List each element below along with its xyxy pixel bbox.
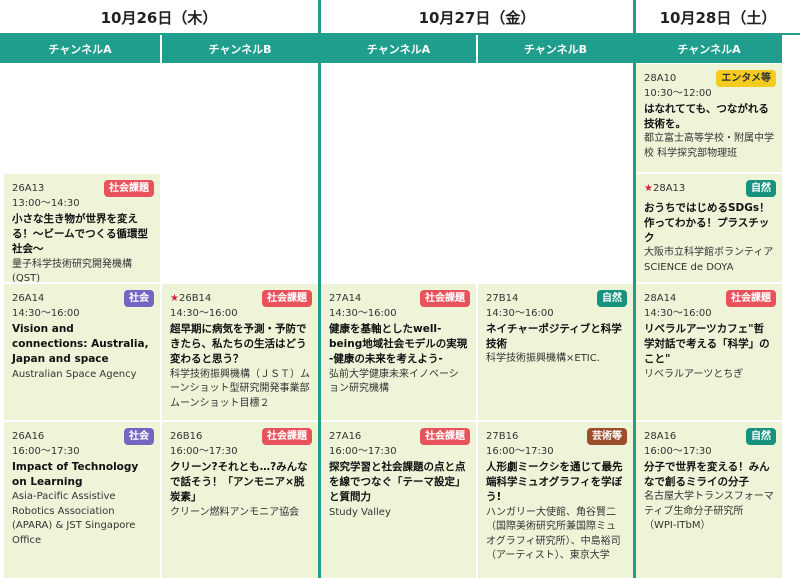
session-org: リベラルアーツとちぎ <box>644 368 744 380</box>
session-org: 弘前大学健康未来イノベーション研究機構 <box>329 368 459 395</box>
category-badge: 社会課題 <box>104 180 154 197</box>
session-title: Impact of Technology on Learning <box>12 461 139 489</box>
session-card[interactable]: 28A10 10:30～12:00 はなれてても、つながれる技術を。 都立富士高… <box>636 64 782 172</box>
session-title: 健康を基軸としたwell-being地域社会モデルの実現 -健康の未来を考えよう… <box>329 323 468 366</box>
session-title: 超早期に病気を予測・予防できたら、私たちの生活はどう変わると思う？ <box>170 323 307 366</box>
session-title: おうちではじめるSDGs！作ってわかる！プラスチック <box>644 201 770 244</box>
category-badge: 自然 <box>597 290 627 307</box>
session-card[interactable]: 28A16 16:00～17:30 分子で世界を変える！みんなで創るミライの分子… <box>636 422 782 578</box>
session-card[interactable]: 26A13 13:00～14:30 小さな生き物が世界を変える！～ビームでつくる… <box>4 174 160 282</box>
category-badge: 社会課題 <box>726 290 776 307</box>
session-card[interactable]: ★28A13 おうちではじめるSDGs！作ってわかる！プラスチック 大阪市立科学… <box>636 174 782 282</box>
day-header-26: 10月26日（木） <box>0 0 318 34</box>
star-icon: ★ <box>170 293 179 304</box>
channel-header: チャンネルA <box>636 35 782 63</box>
channel-header: チャンネルA <box>321 35 476 63</box>
session-card[interactable]: 27A16 16:00～17:30 探究学習と社会課題の点と点を線でつなぐ「テー… <box>321 422 476 578</box>
day-divider <box>633 0 636 578</box>
session-org: 科学技術振興機構×ETIC. <box>486 353 600 365</box>
session-card[interactable]: 27B14 14:30～16:00 ネイチャーポジティブと科学技術 科学技術振興… <box>478 284 633 420</box>
category-badge: 社会課題 <box>420 290 470 307</box>
session-time: 16:00～17:30 <box>12 445 80 457</box>
session-card[interactable]: 26A16 16:00～17:30 Impact of Technology o… <box>4 422 160 578</box>
session-org: 都立富士高等学校・附属中学校 科学探究部物理班 <box>644 133 774 159</box>
session-card[interactable]: ★26B14 14:30～16:00 超早期に病気を予測・予防できたら、私たちの… <box>162 284 318 420</box>
session-time: 14:30～16:00 <box>12 307 80 319</box>
session-card[interactable]: 26A14 14:30～16:00 Vision and connections… <box>4 284 160 420</box>
session-org: クリーン燃料アンモニア協会 <box>170 506 300 518</box>
empty-slot <box>4 64 160 172</box>
day-divider <box>318 0 321 578</box>
session-time: 13:00～14:30 <box>12 197 80 209</box>
session-title: 分子で世界を変える！みんなで創るミライの分子 <box>644 461 770 489</box>
session-org: 量子科学技術研究開発機構(QST) <box>12 258 132 282</box>
category-badge: エンタメ等 <box>716 70 776 87</box>
session-title: リベラルアーツカフェ"哲学対話で考える「科学」のこと" <box>644 323 770 366</box>
session-org: 科学技術振興機構（ＪＳＴ）ムーンショット型研究開発事業部 ムーンショット目標２ <box>170 368 310 409</box>
session-org: Australian Space Agency <box>12 368 137 380</box>
session-org: 大阪市立科学館ボランティア SCIENCE de DOYA <box>644 247 774 273</box>
session-title: 人形劇ミークシを通じて最先端科学ミュオグラフィを学ぼう! <box>486 461 623 504</box>
channel-header: チャンネルB <box>478 35 633 63</box>
session-title: 探究学習と社会課題の点と点を線でつなぐ「テーマ設定」と質問力 <box>329 461 466 504</box>
category-badge: 社会 <box>124 428 154 445</box>
category-badge: 社会課題 <box>420 428 470 445</box>
category-badge: 自然 <box>746 180 776 197</box>
session-org: 名古屋大学トランスフォーマティブ生命分子研究所（WPI-ITbM） <box>644 491 774 532</box>
session-title: 小さな生き物が世界を変える！～ビームでつくる循環型社会～ <box>12 213 148 256</box>
day-header-28: 10月28日（土） <box>636 0 800 34</box>
session-org: Asia-Pacific Assistive Robotics Associat… <box>12 491 136 546</box>
category-badge: 自然 <box>746 428 776 445</box>
channel-header: チャンネルB <box>162 35 318 63</box>
category-badge: 芸術等 <box>587 428 627 445</box>
session-time: 14:30～16:00 <box>644 307 712 319</box>
session-time: 14:30～16:00 <box>486 307 554 319</box>
category-badge: 社会課題 <box>262 290 312 307</box>
session-title: クリーン?それとも…?みんなで話そう！「アンモニア×脱炭素」 <box>170 461 308 504</box>
session-card[interactable]: 27A14 14:30～16:00 健康を基軸としたwell-being地域社会… <box>321 284 476 420</box>
session-card[interactable]: 26B16 16:00～17:30 クリーン?それとも…?みんなで話そう！「アン… <box>162 422 318 578</box>
channel-header: チャンネルA <box>0 35 160 63</box>
session-time: 14:30～16:00 <box>329 307 397 319</box>
session-title: はなれてても、つながれる技術を。 <box>644 103 769 131</box>
session-time: 10:30～12:00 <box>644 87 712 99</box>
session-title: Vision and connections: Australia, Japan… <box>12 323 149 366</box>
session-time: 16:00～17:30 <box>170 445 238 457</box>
session-time: 16:00～17:30 <box>486 445 554 457</box>
session-card[interactable]: 28A14 14:30～16:00 リベラルアーツカフェ"哲学対話で考える「科学… <box>636 284 782 420</box>
day-header-27: 10月27日（金） <box>321 0 633 34</box>
session-card[interactable]: 27B16 16:00～17:30 人形劇ミークシを通じて最先端科学ミュオグラフ… <box>478 422 633 578</box>
session-time: 14:30～16:00 <box>170 307 238 319</box>
session-title: ネイチャーポジティブと科学技術 <box>486 323 622 351</box>
category-badge: 社会 <box>124 290 154 307</box>
session-time: 16:00～17:30 <box>644 445 712 457</box>
session-org: ハンガリー大使館、角谷賢二（国際美術研究所兼国際ミュオグラフィ研究所）、中島裕司… <box>486 506 621 562</box>
session-org: Study Valley <box>329 506 391 518</box>
session-time: 16:00～17:30 <box>329 445 397 457</box>
category-badge: 社会課題 <box>262 428 312 445</box>
star-icon: ★ <box>644 183 653 194</box>
